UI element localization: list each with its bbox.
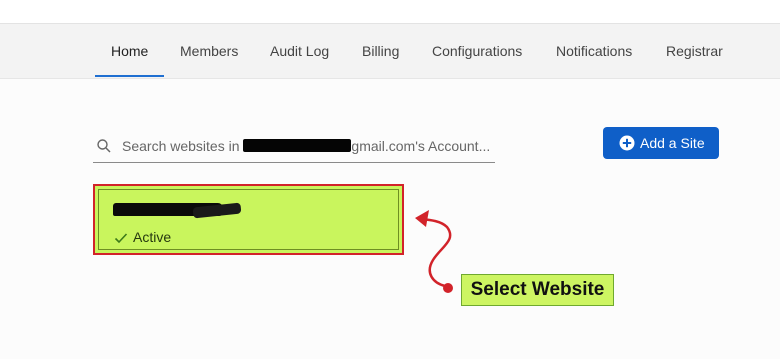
tab-registrar[interactable]: Registrar (666, 24, 723, 78)
search-placeholder: Search websites in gmail.com's Account..… (122, 138, 490, 154)
redacted-email (243, 139, 352, 152)
tab-configurations[interactable]: Configurations (432, 24, 522, 78)
redacted-website-name (113, 203, 223, 216)
add-site-label: Add a Site (640, 135, 705, 151)
tab-billing[interactable]: Billing (362, 24, 399, 78)
select-website-callout: Select Website (461, 274, 614, 306)
tab-members[interactable]: Members (180, 24, 238, 78)
tab-home[interactable]: Home (111, 24, 148, 78)
search-prefix: Search websites in (122, 138, 240, 154)
plus-circle-icon (619, 135, 635, 151)
tab-notifications[interactable]: Notifications (556, 24, 632, 78)
search-icon (97, 139, 111, 153)
add-site-button[interactable]: Add a Site (603, 127, 719, 159)
nav-bar: Home Members Audit Log Billing Configura… (0, 24, 780, 79)
search-suffix: gmail.com's Account... (351, 138, 491, 154)
tab-audit-log[interactable]: Audit Log (270, 24, 329, 78)
active-tab-indicator (95, 75, 164, 77)
website-card[interactable]: Active (93, 184, 404, 255)
search-input[interactable]: Search websites in gmail.com's Account..… (93, 131, 495, 163)
status-label: Active (133, 229, 172, 245)
top-strip (0, 0, 780, 24)
check-icon (114, 233, 128, 244)
